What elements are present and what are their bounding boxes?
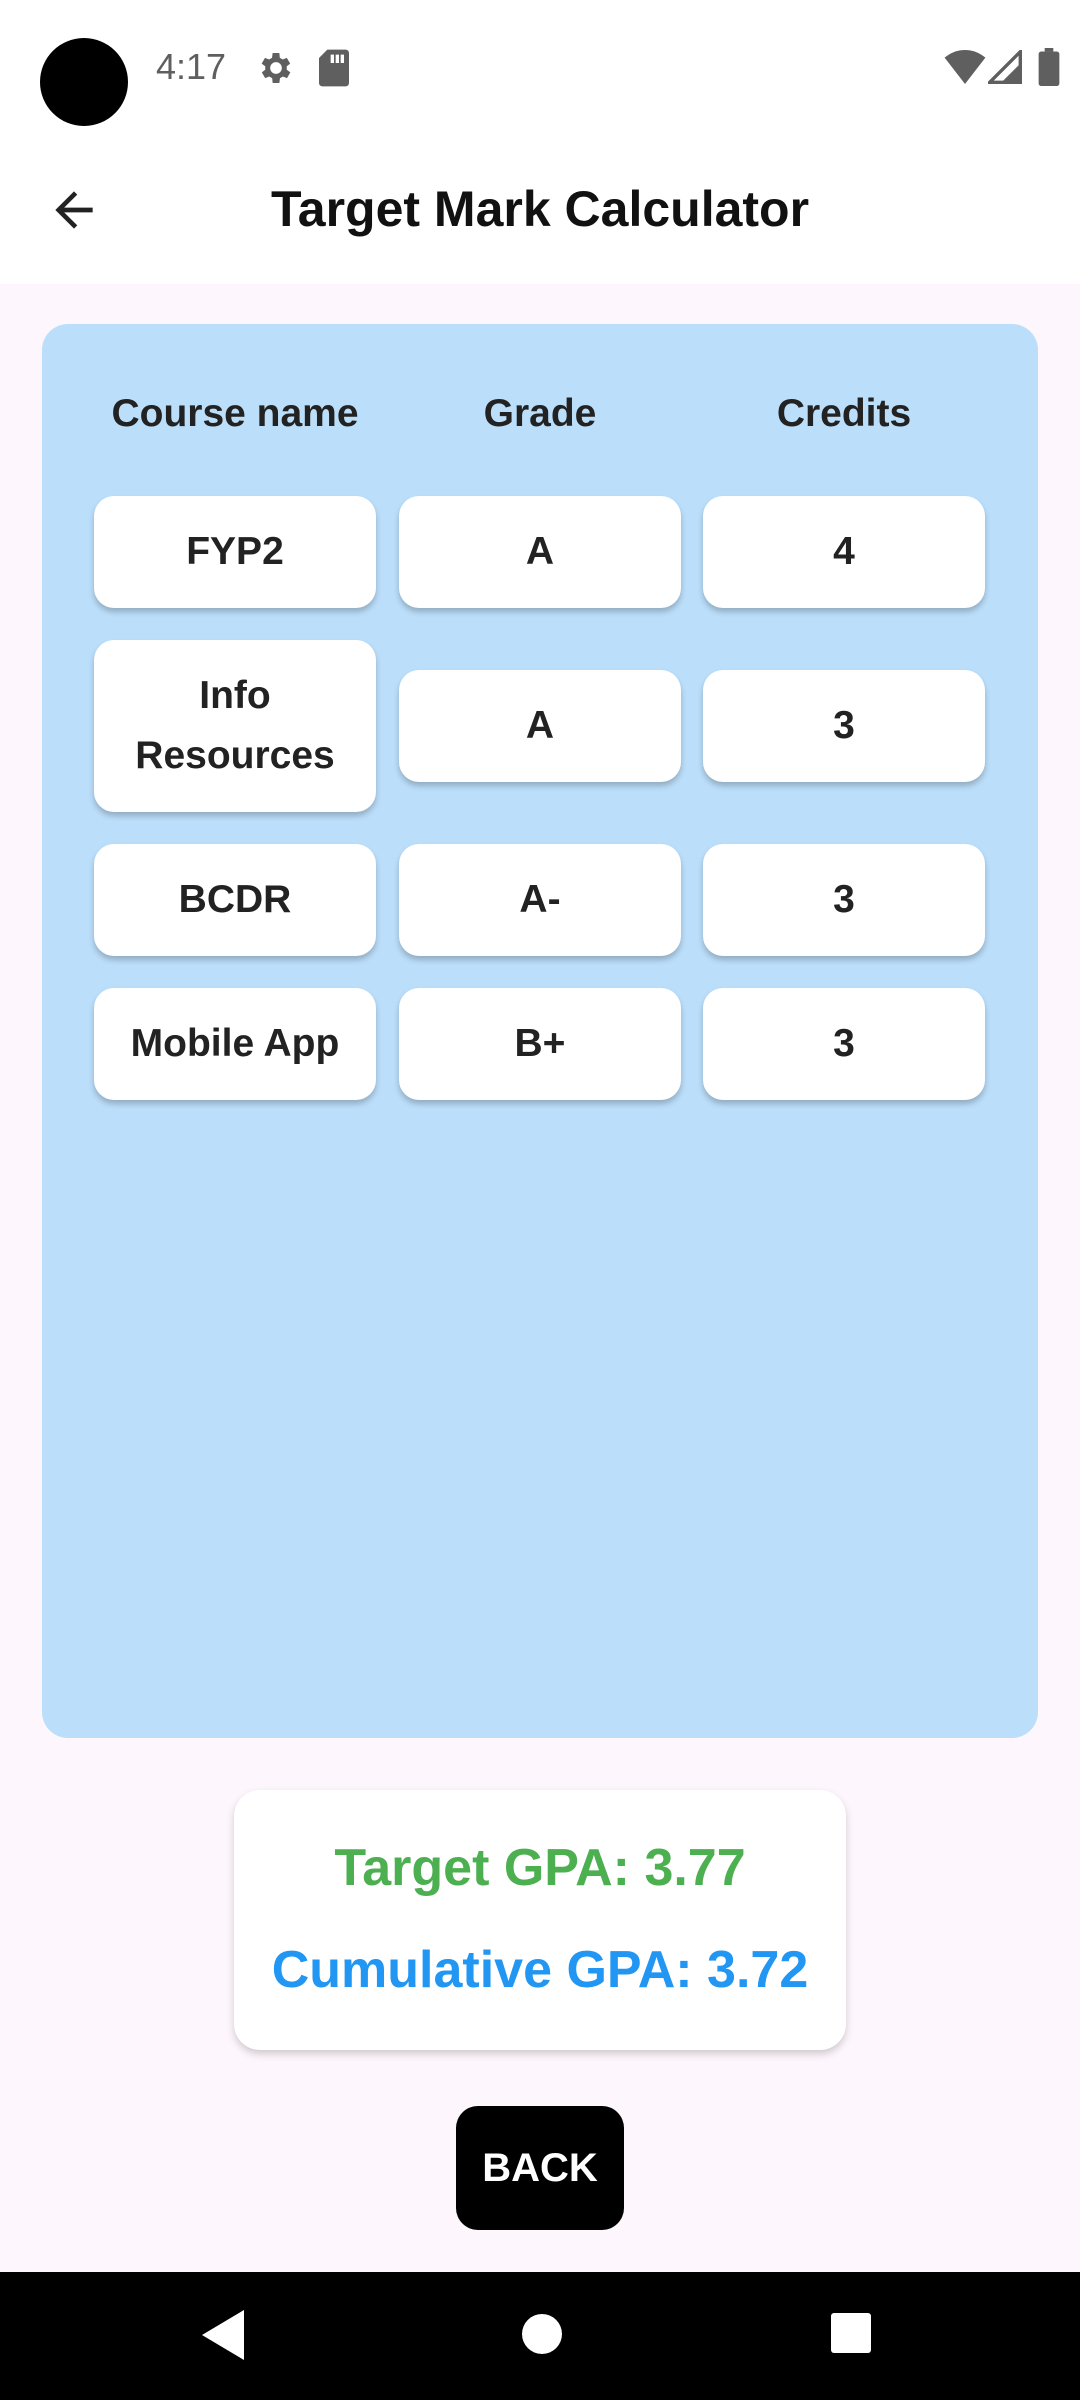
nav-recents-icon[interactable] xyxy=(830,2312,872,2359)
header-grade: Grade xyxy=(483,392,597,435)
course-name-cell[interactable]: Mobile App xyxy=(94,988,376,1100)
credits-cell[interactable]: 3 xyxy=(703,670,985,782)
app-bar: Target Mark Calculator xyxy=(0,136,1080,284)
page-title: Target Mark Calculator xyxy=(270,181,810,237)
gpa-summary-box: Target GPA: 3.77 Cumulative GPA: 3.72 xyxy=(234,1790,846,2050)
wifi-icon xyxy=(944,50,986,89)
grade-cell[interactable]: A- xyxy=(399,844,681,956)
cell-signal-icon xyxy=(985,47,1022,89)
target-gpa-text: Target GPA: 3.77 xyxy=(334,1839,746,1897)
status-bar: 4:17 xyxy=(0,0,1080,136)
sd-card-icon xyxy=(316,48,352,93)
gear-icon xyxy=(256,48,296,93)
grade-cell[interactable]: A xyxy=(399,496,681,608)
header-course-name: Course name xyxy=(111,392,359,435)
nav-home-icon[interactable] xyxy=(520,2312,564,2361)
credits-cell[interactable]: 3 xyxy=(703,988,985,1100)
course-table-card: Course name Grade Credits FYP2 A 4 Info … xyxy=(42,324,1038,1738)
credits-cell[interactable]: 3 xyxy=(703,844,985,956)
header-credits: Credits xyxy=(776,392,912,435)
battery-icon xyxy=(1038,48,1060,91)
course-name-cell[interactable]: FYP2 xyxy=(94,496,376,608)
camera-cutout xyxy=(40,38,128,126)
course-name-cell[interactable]: BCDR xyxy=(94,844,376,956)
credits-cell[interactable]: 4 xyxy=(703,496,985,608)
course-name-cell[interactable]: Info Resources xyxy=(94,640,376,812)
nav-back-icon[interactable] xyxy=(200,2308,246,2367)
system-nav-bar xyxy=(0,2272,1080,2400)
grade-cell[interactable]: B+ xyxy=(399,988,681,1100)
screen: 4:17 Target Mark Calculator Course name … xyxy=(0,0,1080,2400)
cumulative-gpa-text: Cumulative GPA: 3.72 xyxy=(271,1941,809,1999)
grade-cell[interactable]: A xyxy=(399,670,681,782)
status-time: 4:17 xyxy=(156,46,227,87)
back-button[interactable]: BACK xyxy=(456,2106,624,2230)
